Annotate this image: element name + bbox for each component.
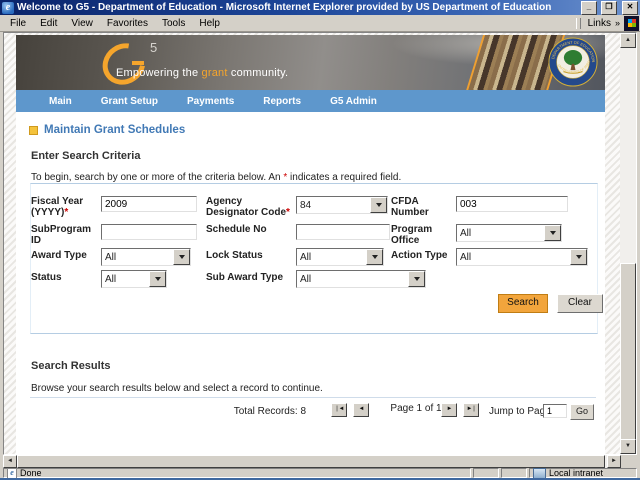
- menu-tools[interactable]: Tools: [155, 17, 192, 30]
- zone-text: Local intranet: [549, 468, 604, 478]
- status-select[interactable]: All: [101, 270, 167, 288]
- bullet-icon: [29, 125, 38, 135]
- program-office-label: Program Office: [391, 224, 433, 246]
- banner-tagline: Empowering the grant community.: [116, 67, 289, 79]
- criteria-heading: Enter Search Criteria: [31, 150, 141, 162]
- window-title: Welcome to G5 - Department of Education …: [17, 2, 552, 13]
- dropdown-arrow-icon[interactable]: [570, 249, 587, 265]
- vertical-scrollbar-thumb[interactable]: [620, 263, 636, 441]
- scrollbar-corner: [621, 455, 637, 468]
- vertical-scrollbar[interactable]: ▲ ▼: [620, 33, 636, 454]
- horizontal-scrollbar[interactable]: ◄ ►: [3, 455, 621, 468]
- sub-award-type-select[interactable]: All: [296, 270, 426, 288]
- nav-payments[interactable]: Payments: [187, 96, 234, 107]
- page-title: Maintain Grant Schedules: [29, 124, 185, 136]
- dropdown-arrow-icon[interactable]: [408, 271, 425, 287]
- award-type-label: Award Type: [31, 250, 87, 261]
- chevron-expand-icon[interactable]: »: [613, 18, 624, 28]
- windows-logo-icon: [624, 15, 639, 31]
- next-page-button[interactable]: ►: [441, 403, 457, 417]
- agency-designator-label: Agency Designator Code*: [206, 196, 290, 218]
- scroll-up-icon[interactable]: ▲: [620, 33, 636, 48]
- title-bar: e Welcome to G5 - Department of Educatio…: [0, 0, 640, 15]
- total-records: Total Records: 8: [233, 406, 306, 417]
- main-nav: Main Grant Setup Payments Reports G5 Adm…: [16, 90, 605, 112]
- intranet-zone-icon: [533, 467, 546, 479]
- page-done-icon: e: [7, 467, 17, 479]
- jump-to-page-label: Jump to Page: [489, 406, 551, 417]
- program-office-select[interactable]: All: [456, 224, 562, 242]
- dropdown-arrow-icon[interactable]: [366, 249, 383, 265]
- fiscal-year-input[interactable]: [101, 196, 197, 212]
- page-viewport: 5 Empowering the grant community. DEPART…: [3, 32, 637, 455]
- dropdown-arrow-icon[interactable]: [149, 271, 166, 287]
- scroll-right-icon[interactable]: ►: [607, 455, 621, 468]
- status-label: Status: [31, 272, 62, 283]
- g5-logo-icon: [94, 35, 154, 90]
- links-toolbar[interactable]: Links: [584, 18, 613, 29]
- menu-favorites[interactable]: Favorites: [100, 17, 155, 30]
- status-pane: [501, 468, 527, 478]
- toolbar-grip[interactable]: [575, 17, 581, 29]
- clear-button[interactable]: Clear: [557, 294, 603, 313]
- results-heading: Search Results: [31, 360, 111, 372]
- scroll-left-icon[interactable]: ◄: [3, 455, 17, 468]
- restore-button[interactable]: ❐: [601, 0, 617, 15]
- schedule-no-label: Schedule No: [206, 224, 267, 235]
- cfda-number-label: CFDA Number: [391, 196, 429, 218]
- menu-file[interactable]: File: [3, 17, 33, 30]
- schedule-no-input[interactable]: [296, 224, 390, 240]
- dropdown-arrow-icon[interactable]: [370, 197, 387, 213]
- browser-window: e Welcome to G5 - Department of Educatio…: [0, 0, 640, 480]
- status-bar: e Done Local intranet: [3, 467, 637, 479]
- agency-designator-select[interactable]: 84: [296, 196, 388, 214]
- dept-of-education-seal-icon: DEPARTMENT OF EDUCATION UNITED STATES OF…: [548, 37, 598, 87]
- dropdown-arrow-icon[interactable]: [173, 249, 190, 265]
- scroll-down-icon[interactable]: ▼: [620, 439, 636, 454]
- prev-page-button[interactable]: ◄: [353, 403, 369, 417]
- action-type-select[interactable]: All: [456, 248, 588, 266]
- g5-banner: 5 Empowering the grant community. DEPART…: [16, 35, 605, 90]
- status-text: Done: [20, 468, 42, 478]
- fiscal-year-label: Fiscal Year (YYYY)*: [31, 196, 84, 218]
- first-page-button[interactable]: ❘◄: [331, 403, 347, 417]
- lock-status-select[interactable]: All: [296, 248, 384, 266]
- dropdown-arrow-icon[interactable]: [544, 225, 561, 241]
- award-type-select[interactable]: All: [101, 248, 191, 266]
- action-type-label: Action Type: [391, 250, 448, 261]
- menu-view[interactable]: View: [64, 17, 100, 30]
- page-content: 5 Empowering the grant community. DEPART…: [16, 35, 605, 454]
- last-page-button[interactable]: ►❘: [463, 403, 479, 417]
- sub-award-type-label: Sub Award Type: [206, 272, 284, 283]
- ie-icon: e: [2, 1, 14, 14]
- nav-g5-admin[interactable]: G5 Admin: [330, 96, 377, 107]
- horizontal-scrollbar-thumb[interactable]: [17, 455, 605, 468]
- lock-status-label: Lock Status: [206, 250, 263, 261]
- results-instructions: Browse your search results below and sel…: [31, 383, 323, 394]
- minimize-button[interactable]: _: [581, 0, 597, 15]
- menu-help[interactable]: Help: [192, 17, 227, 30]
- subprogram-id-input[interactable]: [101, 224, 197, 240]
- menu-edit[interactable]: Edit: [33, 17, 64, 30]
- search-button[interactable]: Search: [498, 294, 548, 313]
- subprogram-id-label: SubProgram ID: [31, 224, 92, 246]
- nav-reports[interactable]: Reports: [263, 96, 301, 107]
- status-pane: [473, 468, 499, 478]
- close-button[interactable]: ✕: [622, 0, 638, 15]
- go-button[interactable]: Go: [570, 404, 594, 420]
- jump-to-page-input[interactable]: [543, 404, 567, 418]
- criteria-instructions: To begin, search by one or more of the c…: [31, 172, 402, 183]
- nav-main[interactable]: Main: [49, 96, 72, 107]
- g5-logo-number: 5: [150, 40, 158, 55]
- cfda-number-input[interactable]: [456, 196, 568, 212]
- nav-grant-setup[interactable]: Grant Setup: [101, 96, 158, 107]
- menu-bar: File Edit View Favorites Tools Help Link…: [0, 15, 640, 32]
